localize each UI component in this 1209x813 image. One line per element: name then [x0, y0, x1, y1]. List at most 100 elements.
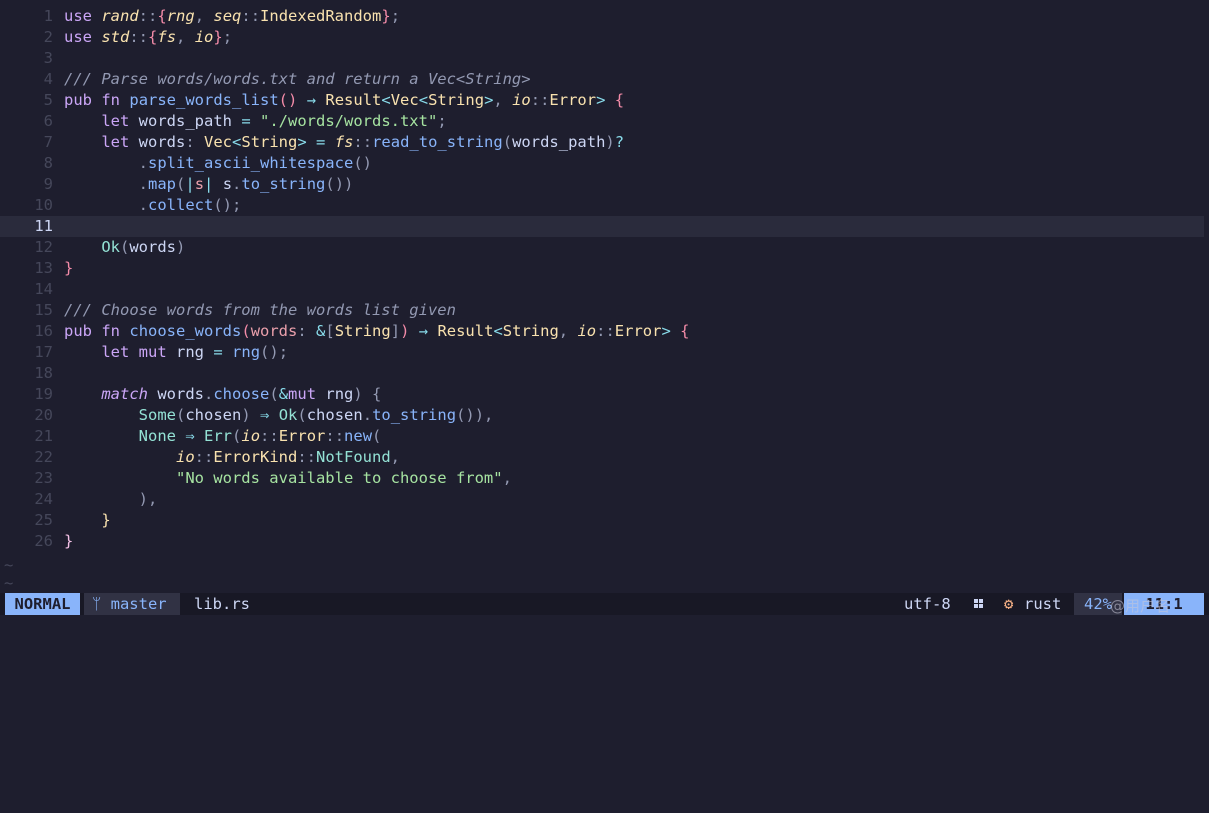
line-number: 1: [43, 7, 53, 25]
code-token: "No words available to choose from": [175, 469, 503, 487]
line-code: pub fn choose_words(words: &[String]) → …: [53, 321, 690, 342]
code-token: →: [306, 91, 317, 109]
line-number: 12: [34, 238, 53, 256]
code-token: ::: [194, 448, 214, 466]
code-line[interactable]: 3: [0, 48, 1209, 69]
code-token: pub: [64, 91, 92, 109]
code-line[interactable]: 15 /// Choose words from the words list g…: [0, 300, 1209, 321]
code-line[interactable]: 18: [0, 363, 1209, 384]
line-code: Ok(words): [53, 237, 185, 258]
code-line[interactable]: 8 .split_ascii_whitespace(): [0, 153, 1209, 174]
code-line[interactable]: 19 match words.choose(&mut rng) {: [0, 384, 1209, 405]
code-token: .: [138, 154, 148, 172]
line-number: 7: [43, 133, 53, 151]
code-token: :: [297, 322, 317, 340]
code-token: {: [372, 385, 382, 403]
line-number: 15: [34, 301, 53, 319]
code-token: ): [605, 133, 615, 151]
code-token: ::: [353, 133, 373, 151]
code-token: :: [185, 133, 195, 151]
code-token: }: [213, 28, 223, 46]
code-token: [: [325, 322, 335, 340]
code-line[interactable]: 13}: [0, 258, 1209, 279]
code-line[interactable]: 17 let mut rng = rng();: [0, 342, 1209, 363]
code-token: pub: [64, 322, 92, 340]
editor-buffer[interactable]: 1 use rand::{rng, seq::IndexedRandom}; 2 us…: [0, 6, 1209, 552]
code-token: s: [213, 175, 233, 193]
code-line[interactable]: 5 pub fn parse_words_list() → Result<Vec<…: [0, 90, 1209, 111]
code-token: mut: [288, 385, 317, 403]
code-token: →: [418, 322, 429, 340]
line-code: /// Choose words from the words list giv…: [53, 300, 456, 321]
code-token: choose_words: [129, 322, 242, 340]
code-token: .: [138, 196, 148, 214]
line-code: let mut rng = rng();: [53, 342, 288, 363]
code-line[interactable]: 2 use std::{fs, io};: [0, 27, 1209, 48]
code-token: chosen: [185, 406, 242, 424]
line-number: 20: [34, 406, 53, 424]
code-token: seq: [213, 7, 242, 25]
code-token: ): [241, 406, 251, 424]
code-token: ,: [493, 91, 513, 109]
code-line[interactable]: 11: [0, 216, 1204, 237]
line-number: 18: [34, 364, 53, 382]
code-line[interactable]: 6 let words_path = "./words/words.txt";: [0, 111, 1209, 132]
code-line[interactable]: 9 .map(|s| s.to_string()): [0, 174, 1209, 195]
code-token: }: [101, 511, 111, 529]
code-token: rng: [316, 385, 354, 403]
git-branch-icon: ᛘ: [92, 595, 111, 613]
code-token: String: [241, 133, 298, 151]
code-token: /// Parse words/words.txt and return a V…: [64, 70, 531, 88]
code-token: ,: [176, 28, 195, 46]
code-line[interactable]: 21 None ⇒ Err(io::Error::new(: [0, 426, 1209, 447]
code-token: {: [148, 28, 158, 46]
line-code: }: [53, 258, 73, 279]
code-line[interactable]: 25 }: [0, 510, 1209, 531]
code-line[interactable]: 1 use rand::{rng, seq::IndexedRandom};: [0, 6, 1209, 27]
code-token: ;: [222, 28, 233, 46]
code-line[interactable]: 12 Ok(words): [0, 237, 1209, 258]
code-token: }: [64, 532, 74, 550]
line-code: use std::{fs, io};: [53, 27, 232, 48]
code-token: ()),: [456, 406, 494, 424]
code-token: rng: [166, 7, 195, 25]
code-token: {: [614, 91, 625, 109]
code-line[interactable]: 20 Some(chosen) ⇒ Ok(chosen.to_string())…: [0, 405, 1209, 426]
code-token: NotFound: [316, 448, 391, 466]
file-type: rust: [1024, 595, 1062, 613]
code-token: (: [120, 238, 130, 256]
code-token: ();: [213, 196, 242, 214]
git-branch[interactable]: ᛘ master: [84, 593, 180, 615]
code-token: }: [381, 7, 391, 25]
line-number: 3: [43, 49, 53, 67]
code-token: Err: [204, 427, 233, 445]
code-token: ::: [129, 28, 149, 46]
code-line[interactable]: 16 pub fn choose_words(words: &[String]) …: [0, 321, 1209, 342]
code-line[interactable]: 22 io::ErrorKind::NotFound,: [0, 447, 1209, 468]
code-line[interactable]: 10 .collect();: [0, 195, 1209, 216]
command-line[interactable]: [0, 615, 1209, 637]
code-line[interactable]: 26}: [0, 531, 1209, 552]
line-code: io::ErrorKind::NotFound,: [53, 447, 400, 468]
code-line[interactable]: 14: [0, 279, 1209, 300]
code-line[interactable]: 4 /// Parse words/words.txt and return a …: [0, 69, 1209, 90]
code-token: ,: [502, 469, 512, 487]
line-number: 17: [34, 343, 53, 361]
code-token: s: [194, 175, 205, 193]
code-line[interactable]: 23 "No words available to choose from",: [0, 468, 1209, 489]
line-code: let words_path = "./words/words.txt";: [53, 111, 446, 132]
line-number: 11: [34, 217, 53, 235]
line-code: .collect();: [53, 195, 242, 216]
code-line[interactable]: 7 let words: Vec<String> = fs::read_to_s…: [0, 132, 1209, 153]
code-line[interactable]: 24 ),: [0, 489, 1209, 510]
code-token: to_string: [241, 175, 326, 193]
